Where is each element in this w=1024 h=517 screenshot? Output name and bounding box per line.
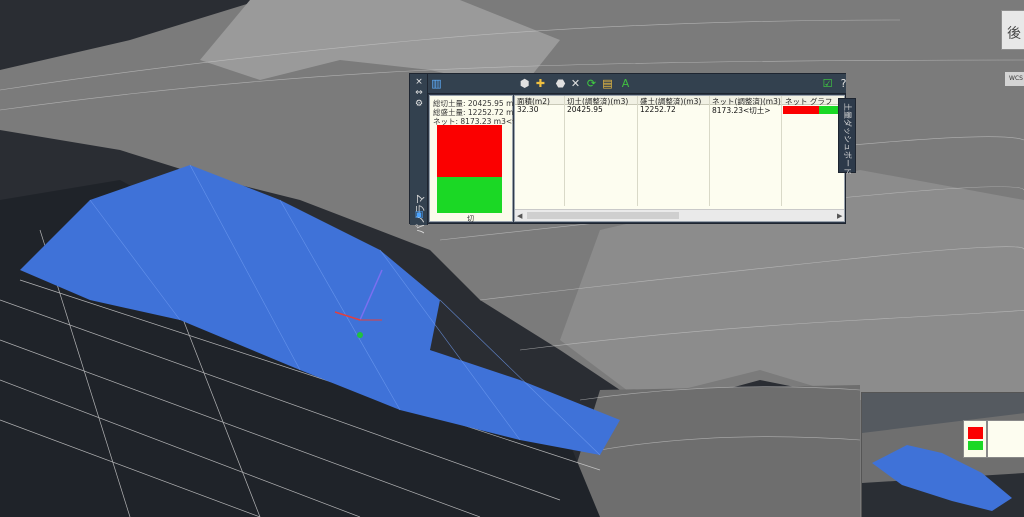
palette-title: パノラマ [416, 194, 427, 234]
inset-summary-pane [963, 420, 987, 458]
cell-cut[interactable]: 20425.95 [567, 105, 603, 114]
volume-summary-pane: 総切土量: 20425.95 m3 総盛土量: 12252.72 m3 ネット:… [429, 95, 533, 223]
inset-cut-bar [968, 427, 983, 439]
panorama-palette[interactable]: × ⇔ ⚙ パノラマ ▣ ▥ ⬢ ✚ ⬣ ✕ ⟳ ▤ A ☑ ? 総切土量: 2… [409, 73, 846, 234]
scroll-right-icon[interactable]: ▶ [837, 210, 842, 221]
help-icon[interactable]: ? [837, 77, 850, 90]
label-icon[interactable]: A [619, 77, 632, 90]
check-icon[interactable]: ☑ [821, 77, 834, 90]
scroll-thumb[interactable] [527, 212, 679, 219]
drawing-viewport[interactable]: × ⇔ ⚙ パノラマ ▣ ▥ ⬢ ✚ ⬣ ✕ ⟳ ▤ A ☑ ? 総切土量: 2… [0, 0, 1024, 517]
export-icon[interactable]: ▤ [601, 77, 614, 90]
cell-net[interactable]: 8173.23<切土> [712, 105, 771, 116]
pick-surface-icon[interactable]: ⬢ [518, 77, 531, 90]
pane-toggle-icon[interactable]: ▥ [430, 77, 443, 90]
volume-dashboard-tab-label: 土量ダッシュボード [843, 103, 852, 175]
horizontal-scrollbar[interactable]: ◀ ▶ [515, 209, 844, 221]
palette-toolbar: ▥ ⬢ ✚ ⬣ ✕ ⟳ ▤ A ☑ ? [428, 74, 846, 94]
close-icon[interactable]: × [413, 77, 425, 87]
autohide-icon[interactable]: ⇔ [413, 88, 425, 98]
volume-grid[interactable]: 面積(m2) 切土(調整済)(m3) 盛土(調整済)(m3) ネット(調整済)(… [514, 95, 845, 222]
cut-label: 切 [467, 215, 474, 223]
refresh-icon[interactable]: ⟳ [585, 77, 598, 90]
inset-grid [987, 420, 1024, 458]
volume-dashboard-tab[interactable]: 土量ダッシュボード [838, 98, 856, 175]
wcs-menu[interactable]: WCS [1005, 72, 1024, 86]
scroll-left-icon[interactable]: ◀ [517, 210, 522, 221]
add-surface-icon[interactable]: ✚ [534, 77, 547, 90]
cell-area[interactable]: 32.30 [517, 105, 538, 114]
cell-fill[interactable]: 12252.72 [640, 105, 676, 114]
net-graph-cut [783, 106, 819, 114]
properties-icon[interactable]: ⚙ [413, 99, 425, 109]
terrain-foreground [560, 385, 860, 517]
ucs-origin [357, 332, 363, 338]
edit-surface-icon[interactable]: ⬣ [554, 77, 567, 90]
viewcube[interactable]: 後 [1001, 10, 1024, 50]
inset-fill-bar [968, 441, 983, 450]
cut-bar [437, 125, 502, 177]
delete-icon[interactable]: ✕ [569, 77, 582, 90]
fill-bar [437, 177, 502, 213]
inset-preview [861, 392, 1024, 517]
app-icon: ▣ [414, 210, 424, 220]
palette-title-strip[interactable]: × ⇔ ⚙ パノラマ ▣ [410, 74, 428, 234]
viewcube-face-label: 後 [1007, 26, 1021, 42]
